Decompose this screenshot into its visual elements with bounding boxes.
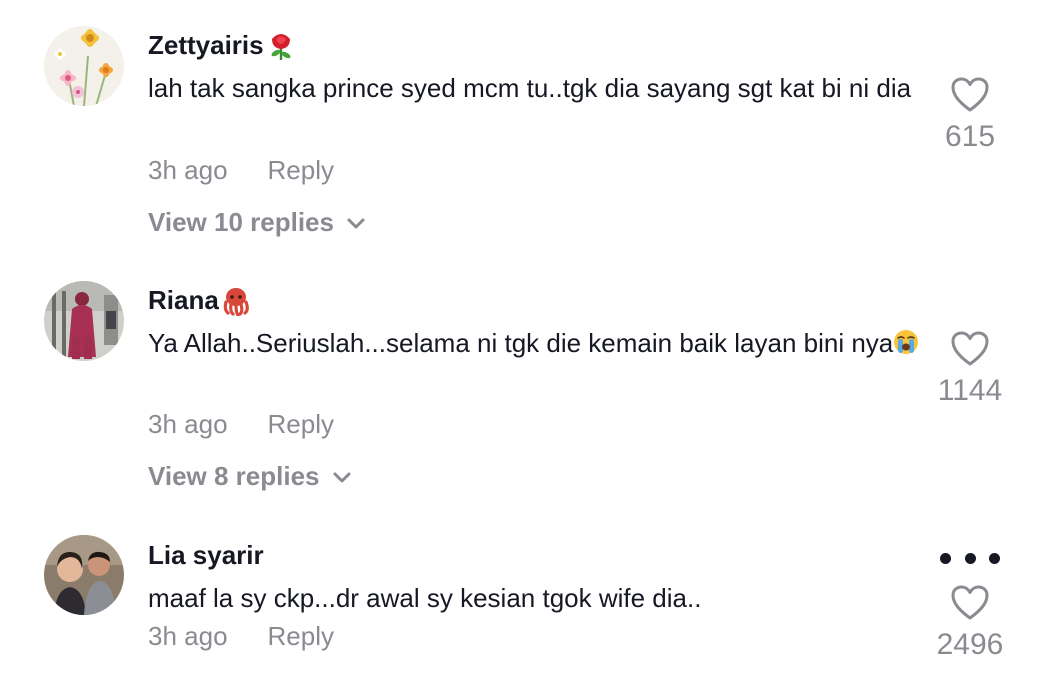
comment-meta: 3h ago Reply: [148, 621, 334, 652]
more-dot: [989, 552, 1000, 564]
timestamp: 3h ago: [148, 621, 228, 651]
flower-avatar-image: [44, 26, 124, 106]
reply-button[interactable]: Reply: [268, 155, 334, 186]
username-text: Zettyairis: [148, 30, 264, 60]
like-group: 2496: [920, 584, 1020, 662]
comment-text: maaf la sy ckp...dr awal sy kesian tgok …: [148, 583, 702, 613]
reply-button[interactable]: Reply: [268, 409, 334, 440]
timestamp: 3h ago: [148, 409, 228, 439]
heart-icon[interactable]: [950, 76, 990, 114]
like-group: 1144: [920, 330, 1020, 408]
username[interactable]: Zettyairis: [148, 30, 296, 61]
heart-icon[interactable]: [950, 584, 990, 622]
username[interactable]: Lia syarir: [148, 540, 264, 571]
comment-meta: 3h ago Reply: [148, 155, 334, 186]
avatar[interactable]: [44, 535, 124, 615]
person-avatar-image: [44, 281, 124, 361]
reply-button[interactable]: Reply: [268, 621, 334, 652]
view-replies-label: View 8 replies: [148, 461, 320, 491]
username-text: Lia syarir: [148, 540, 264, 570]
more-dot: [964, 552, 976, 564]
like-group: 615: [920, 76, 1020, 154]
octopus-emoji: [223, 287, 249, 316]
more-dot: [940, 552, 951, 564]
comment-text: Ya Allah..Seriuslah...selama ni tgk die …: [148, 323, 928, 364]
like-count: 615: [944, 120, 996, 153]
loudly-crying-face-emoji: [894, 330, 919, 355]
view-replies-button[interactable]: View 8 replies: [148, 461, 352, 492]
view-replies-button[interactable]: View 10 replies: [148, 207, 366, 238]
more-horizontal-icon[interactable]: [940, 548, 1000, 568]
comment-meta: 3h ago Reply: [148, 409, 334, 440]
avatar[interactable]: [44, 281, 124, 361]
view-replies-label: View 10 replies: [148, 207, 334, 237]
like-count: 1144: [937, 374, 1003, 407]
comment-text-content: Ya Allah..Seriuslah...selama ni tgk die …: [148, 328, 894, 358]
chevron-down-icon: [333, 472, 351, 482]
username-text: Riana: [148, 285, 219, 315]
username[interactable]: Riana: [148, 285, 251, 316]
timestamp: 3h ago: [148, 155, 228, 185]
avatar[interactable]: [44, 26, 124, 106]
chevron-down-icon: [347, 218, 365, 228]
rose-emoji: [271, 33, 291, 60]
heart-icon[interactable]: [950, 330, 990, 368]
comment-text: lah tak sangka prince syed mcm tu..tgk d…: [148, 73, 912, 103]
couple-avatar-image: [44, 535, 124, 615]
like-count: 2496: [936, 628, 1004, 661]
